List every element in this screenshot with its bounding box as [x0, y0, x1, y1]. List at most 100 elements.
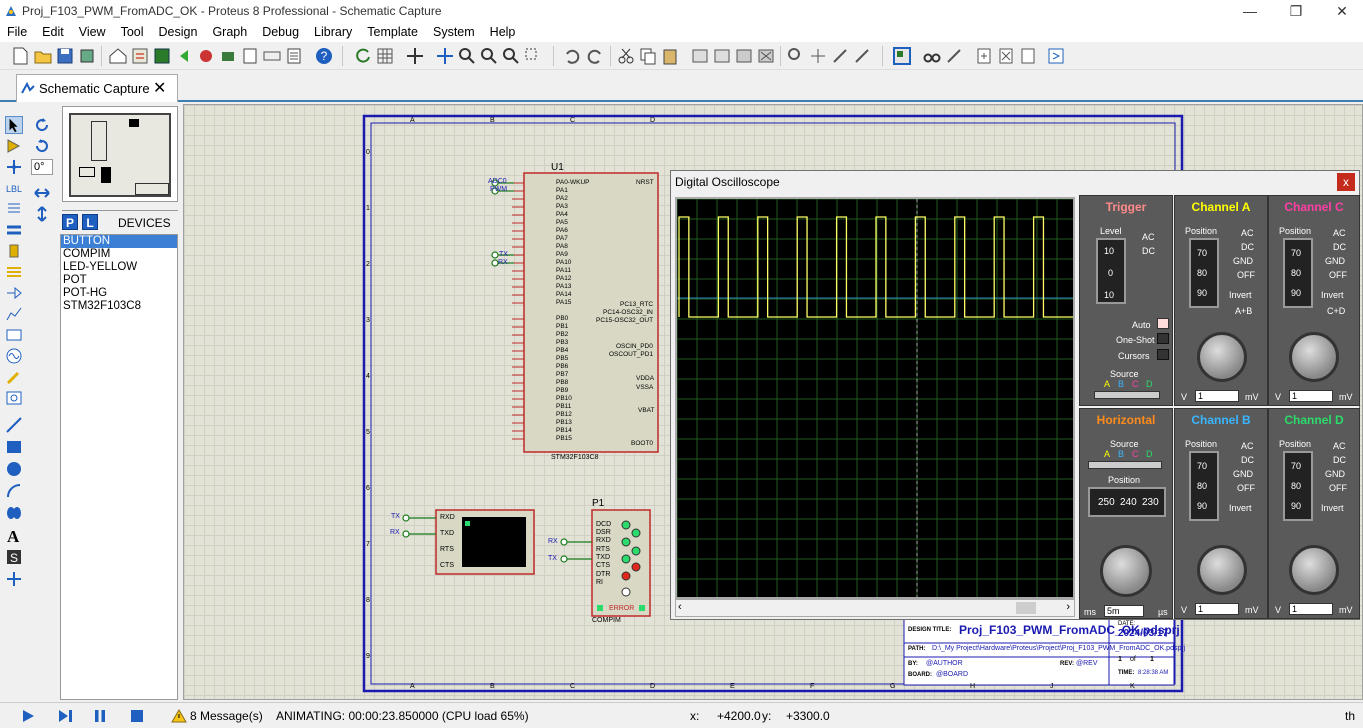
document-icon[interactable]: [284, 46, 304, 66]
step-icon[interactable]: [56, 708, 74, 724]
menu-graph[interactable]: Graph: [205, 22, 255, 42]
home-icon[interactable]: [108, 46, 128, 66]
tape-recorder-icon[interactable]: [5, 326, 23, 344]
overview-window[interactable]: [62, 106, 178, 202]
pcb-layout-icon[interactable]: [152, 46, 172, 66]
trigger-ac[interactable]: AC: [1142, 232, 1155, 242]
menu-file[interactable]: File: [0, 22, 35, 42]
menu-library[interactable]: Library: [307, 22, 360, 42]
remove-sheet-icon[interactable]: [996, 46, 1016, 66]
channel-b-invert[interactable]: Invert: [1229, 503, 1252, 513]
paste-icon[interactable]: [660, 46, 680, 66]
origin-icon[interactable]: [405, 46, 425, 66]
box-tool-icon[interactable]: [5, 438, 23, 456]
pan-icon[interactable]: [435, 46, 455, 66]
search-icon[interactable]: [922, 46, 942, 66]
trigger-cursors[interactable]: Cursors: [1118, 351, 1150, 361]
graph-mode-icon[interactable]: [5, 305, 23, 323]
line-tool-icon[interactable]: [5, 416, 23, 434]
block-delete-icon[interactable]: [756, 46, 776, 66]
menu-design[interactable]: Design: [152, 22, 206, 42]
zoom-all-icon[interactable]: [501, 46, 521, 66]
warning-icon[interactable]: [171, 709, 187, 723]
screen-scrollbar[interactable]: ‹ ›: [675, 599, 1075, 617]
trigger-dc[interactable]: DC: [1142, 246, 1155, 256]
channel-b-dc[interactable]: DC: [1241, 455, 1254, 465]
copy-icon[interactable]: [638, 46, 658, 66]
zoom-area-icon[interactable]: [523, 46, 543, 66]
channel-d-dc[interactable]: DC: [1333, 455, 1346, 465]
pause-icon[interactable]: [92, 708, 108, 724]
property-tool-icon[interactable]: [944, 46, 964, 66]
channel-c-volts-knob[interactable]: [1289, 332, 1339, 382]
channel-a-gnd[interactable]: GND: [1233, 256, 1253, 266]
menu-system[interactable]: System: [426, 22, 483, 42]
channel-d-gnd[interactable]: GND: [1325, 469, 1345, 479]
messages-count[interactable]: 8 Message(s): [190, 709, 263, 723]
horizontal-position-dial[interactable]: 250 240 230: [1088, 487, 1166, 517]
channel-d-position-dial[interactable]: 70 80 90: [1283, 451, 1313, 521]
decompose-icon[interactable]: [852, 46, 872, 66]
menu-edit[interactable]: Edit: [35, 22, 72, 42]
rotate-ccw-icon[interactable]: [33, 137, 51, 155]
netlist-icon[interactable]: [1046, 46, 1066, 66]
trigger-auto[interactable]: Auto: [1132, 320, 1151, 330]
path-tool-icon[interactable]: [5, 504, 23, 522]
channel-c-position-dial[interactable]: 70 80 90: [1283, 238, 1313, 308]
channel-b-position-dial[interactable]: 70 80 90: [1189, 451, 1219, 521]
tab-close-icon[interactable]: ✕: [153, 78, 166, 98]
menu-help[interactable]: Help: [483, 22, 524, 42]
text-script-icon[interactable]: [5, 200, 23, 218]
voltage-probe-icon[interactable]: [5, 368, 23, 386]
channel-a-off[interactable]: OFF: [1237, 270, 1255, 280]
rotation-field[interactable]: 0°: [31, 159, 53, 175]
device-pins-icon[interactable]: [5, 284, 23, 302]
marker-tool-icon[interactable]: [5, 570, 23, 588]
channel-b-ac[interactable]: AC: [1241, 441, 1254, 451]
channel-d-value-field[interactable]: 1: [1289, 603, 1333, 615]
help-icon[interactable]: ?: [314, 46, 334, 66]
channel-a-volts-knob[interactable]: [1197, 332, 1247, 382]
channel-c-invert[interactable]: Invert: [1321, 290, 1344, 300]
list-item[interactable]: COMPIM: [61, 248, 177, 261]
channel-b-gnd[interactable]: GND: [1233, 469, 1253, 479]
channel-c-value-field[interactable]: 1: [1289, 390, 1333, 402]
wire-label-icon[interactable]: LBL: [5, 179, 23, 197]
list-item[interactable]: BUTTON: [61, 235, 177, 248]
circle-tool-icon[interactable]: [5, 460, 23, 478]
back-icon[interactable]: [174, 46, 194, 66]
channel-c-gnd[interactable]: GND: [1325, 256, 1345, 266]
pick-devices-button[interactable]: P: [62, 214, 78, 230]
channel-a-position-dial[interactable]: 70 80 90: [1189, 238, 1219, 308]
list-item[interactable]: POT: [61, 274, 177, 287]
channel-d-off[interactable]: OFF: [1329, 483, 1347, 493]
trigger-source-slider[interactable]: [1094, 391, 1160, 399]
channel-d-volts-knob[interactable]: [1289, 545, 1339, 595]
open-folder-icon[interactable]: [33, 46, 53, 66]
block-copy-icon[interactable]: [690, 46, 710, 66]
minimize-button[interactable]: —: [1227, 0, 1273, 22]
block-move-icon[interactable]: [712, 46, 732, 66]
bus-icon[interactable]: [5, 221, 23, 239]
timebase-value-field[interactable]: 5m: [1104, 605, 1144, 617]
zoom-in-icon[interactable]: [457, 46, 477, 66]
timebase-knob[interactable]: [1100, 545, 1152, 597]
pick-parts-icon[interactable]: [786, 46, 806, 66]
design-explorer-icon[interactable]: [892, 46, 912, 66]
new-sheet-icon[interactable]: [974, 46, 994, 66]
generator-icon[interactable]: [5, 347, 23, 365]
channel-d-ac[interactable]: AC: [1333, 441, 1346, 451]
channel-b-off[interactable]: OFF: [1237, 483, 1255, 493]
oscilloscope-close-icon[interactable]: x: [1337, 173, 1355, 191]
make-device-icon[interactable]: [808, 46, 828, 66]
channel-c-ac[interactable]: AC: [1333, 228, 1346, 238]
stop-icon[interactable]: [129, 708, 145, 724]
menu-tool[interactable]: Tool: [114, 22, 152, 42]
list-item[interactable]: POT-HG: [61, 287, 177, 300]
block-rotate-icon[interactable]: [734, 46, 754, 66]
trigger-auto-toggle[interactable]: [1157, 318, 1169, 329]
horizontal-source-slider[interactable]: [1088, 461, 1162, 469]
channel-c-dc[interactable]: DC: [1333, 242, 1346, 252]
cut-icon[interactable]: [616, 46, 636, 66]
channel-a-sum[interactable]: A+B: [1235, 306, 1252, 316]
